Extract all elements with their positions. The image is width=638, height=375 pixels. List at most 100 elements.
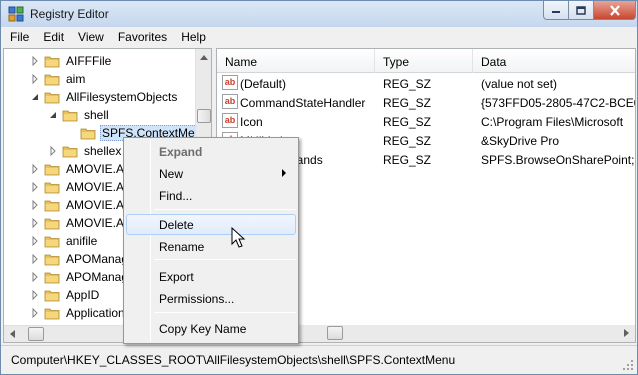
tree-item[interactable]: AIFFFile xyxy=(30,52,113,70)
maximize-icon xyxy=(576,5,586,15)
expand-arrow-icon[interactable] xyxy=(30,290,40,300)
scroll-left-arrow-icon[interactable] xyxy=(4,326,21,342)
tree-item[interactable]: AMOVIE.Ac xyxy=(30,196,132,214)
tree-item-label: AMOVIE.Ac xyxy=(66,180,131,194)
expand-arrow-icon[interactable] xyxy=(30,182,40,192)
context-menu-item-label: Delete xyxy=(159,218,194,232)
value-row[interactable]: ab Icon REG_SZ C:\Program Files\Microsoft xyxy=(217,112,635,131)
context-menu: Expand New Find... Delete Rename Export Permis… xyxy=(123,137,299,344)
collapse-arrow-icon[interactable] xyxy=(30,92,40,102)
folder-icon xyxy=(44,92,60,103)
list-horizontal-scroll-thumb[interactable] xyxy=(327,326,343,340)
context-menu-export[interactable]: Export xyxy=(126,266,296,287)
column-header-type[interactable]: Type xyxy=(375,49,473,73)
menu-edit[interactable]: Edit xyxy=(36,27,71,47)
tree-item[interactable]: AMOVIE.Ac xyxy=(30,214,132,232)
tree-item[interactable]: AMOVIE.Ac xyxy=(30,160,132,178)
value-data: &SkyDrive Pro xyxy=(481,134,560,148)
string-value-icon: ab xyxy=(222,113,238,128)
title-bar[interactable]: Registry Editor xyxy=(1,1,637,27)
tree-item-label: Application xyxy=(66,306,125,320)
value-data: (value not set) xyxy=(481,77,558,91)
minimize-button[interactable] xyxy=(543,1,569,20)
column-header-data[interactable]: Data xyxy=(473,49,635,73)
context-menu-copy-key-name[interactable]: Copy Key Name xyxy=(126,318,296,339)
expand-arrow-icon[interactable] xyxy=(30,200,40,210)
status-key-path: Computer\HKEY_CLASSES_ROOT\AllFilesystem… xyxy=(11,353,456,367)
string-value-icon: ab xyxy=(222,94,238,109)
tree-item[interactable]: shell xyxy=(48,106,111,124)
folder-icon xyxy=(44,74,60,85)
expand-arrow-icon[interactable] xyxy=(30,308,40,318)
context-menu-new[interactable]: New xyxy=(126,163,296,184)
expand-arrow-icon[interactable] xyxy=(30,254,40,264)
tree-item-label: shellex xyxy=(84,144,122,158)
close-button[interactable] xyxy=(593,1,636,20)
scroll-right-arrow-icon[interactable] xyxy=(618,325,635,341)
tree-vertical-scroll-thumb[interactable] xyxy=(197,109,211,123)
context-menu-item-label: Find... xyxy=(159,189,193,203)
expand-arrow-icon[interactable] xyxy=(48,146,58,156)
context-menu-rename[interactable]: Rename xyxy=(126,236,296,257)
context-menu-item-label: New xyxy=(159,167,184,181)
tree-horizontal-scroll-thumb[interactable] xyxy=(28,327,44,341)
expand-arrow-icon[interactable] xyxy=(30,56,40,66)
tree-item-label: anifile xyxy=(66,234,98,248)
menu-favorites[interactable]: Favorites xyxy=(111,27,174,47)
value-row[interactable]: ab (Default) REG_SZ (value not set) xyxy=(217,74,635,93)
tree-item-label: AMOVIE.Ac xyxy=(66,198,131,212)
tree-item-label: AppID xyxy=(66,288,100,302)
folder-icon xyxy=(80,128,96,139)
column-header-name[interactable]: Name xyxy=(217,49,375,73)
folder-icon xyxy=(44,308,60,319)
context-menu-delete[interactable]: Delete xyxy=(126,214,296,235)
tree-item[interactable]: Application xyxy=(30,304,127,322)
tree-item[interactable]: AppID xyxy=(30,286,101,304)
tree-item[interactable]: APOManag xyxy=(30,268,130,286)
tree-item-label: APOManag xyxy=(66,252,129,266)
value-row[interactable]: ab CommandStateHandler REG_SZ {573FFD05-280… xyxy=(217,93,635,112)
tree-item[interactable]: AMOVIE.Ac xyxy=(30,178,132,196)
window-title: Registry Editor xyxy=(30,7,109,21)
folder-icon xyxy=(44,272,60,283)
context-menu-find[interactable]: Find... xyxy=(126,185,296,206)
tree-item-label: aim xyxy=(66,72,86,86)
tree-item[interactable]: anifile xyxy=(30,232,99,250)
tree-item[interactable]: shellex xyxy=(48,142,123,160)
value-name: Icon xyxy=(240,115,263,129)
tree-item[interactable]: AllFilesystemObjects xyxy=(30,88,179,106)
expand-arrow-icon[interactable] xyxy=(30,218,40,228)
resize-grip-icon[interactable] xyxy=(622,359,634,371)
context-menu-item-label: Permissions... xyxy=(159,292,235,306)
folder-icon xyxy=(44,182,60,193)
expand-arrow-icon[interactable] xyxy=(30,272,40,282)
tree-item[interactable]: APOManag xyxy=(30,250,130,268)
folder-icon xyxy=(44,290,60,301)
context-menu-permissions[interactable]: Permissions... xyxy=(126,288,296,309)
string-value-icon: ab xyxy=(222,75,238,90)
scroll-up-arrow-icon[interactable] xyxy=(196,49,212,66)
minimize-icon xyxy=(552,11,560,13)
menu-file[interactable]: File xyxy=(3,27,36,47)
folder-icon xyxy=(44,56,60,67)
menu-help[interactable]: Help xyxy=(174,27,213,47)
tree-item-label: shell xyxy=(84,108,109,122)
folder-icon xyxy=(44,236,60,247)
mouse-pointer-icon xyxy=(231,227,246,248)
maximize-button[interactable] xyxy=(568,1,594,20)
tree-item[interactable]: aim xyxy=(30,70,87,88)
value-data: SPFS.BrowseOnSharePoint;S xyxy=(481,153,635,167)
expand-arrow-icon[interactable] xyxy=(30,164,40,174)
value-name: (Default) xyxy=(240,77,287,91)
menu-view[interactable]: View xyxy=(71,27,111,47)
tree-item-label: AMOVIE.Ac xyxy=(66,162,131,176)
expand-arrow-icon[interactable] xyxy=(30,74,40,84)
status-bar: Computer\HKEY_CLASSES_ROOT\AllFilesystem… xyxy=(1,345,637,374)
collapse-arrow-icon[interactable] xyxy=(48,110,58,120)
context-menu-item-label: Expand xyxy=(159,145,203,159)
value-data: C:\Program Files\Microsoft xyxy=(481,115,624,129)
expand-arrow-icon[interactable] xyxy=(30,236,40,246)
tree-item-label: AMOVIE.Ac xyxy=(66,216,131,230)
value-type: REG_SZ xyxy=(383,96,432,110)
context-menu-expand[interactable]: Expand xyxy=(126,141,296,162)
